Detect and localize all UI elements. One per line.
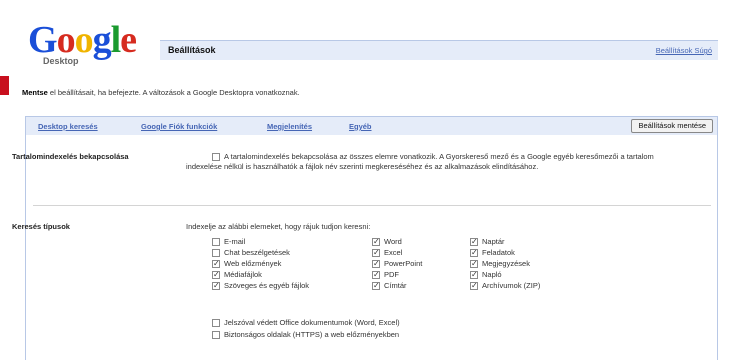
page-title-bar: Beállítások Beállítások Súgó: [160, 40, 718, 60]
checkbox[interactable]: [212, 280, 220, 291]
indexing-option: A tartalomindexelés bekapcsolása az össz…: [186, 152, 686, 172]
checkbox[interactable]: [212, 331, 220, 340]
type-label: Chat beszélgetések: [224, 248, 290, 257]
type-label: Excel: [384, 248, 403, 257]
checkbox[interactable]: [212, 258, 220, 269]
search-types-label: Keresés típusok: [12, 222, 70, 231]
checkbox[interactable]: [470, 258, 478, 269]
notice-bold: Mentse: [22, 88, 48, 97]
checkbox[interactable]: [470, 236, 478, 247]
checkbox[interactable]: [212, 249, 220, 258]
settings-help-link[interactable]: Beállítások Súgó: [656, 46, 712, 55]
type-text-files[interactable]: Szöveges és egyéb fájlok: [212, 280, 309, 291]
type-label: Feladatok: [482, 248, 515, 257]
google-desktop-logo: Google Desktop: [28, 20, 153, 72]
type-contacts[interactable]: Címtár: [372, 280, 422, 291]
checkbox[interactable]: [470, 280, 478, 291]
type-label: Médiafájlok: [224, 270, 262, 279]
notice-text: el beállításait, ha befejezte. A változá…: [47, 88, 300, 97]
settings-tabs: Desktop keresés Google Fiók funkciók Meg…: [26, 117, 717, 135]
save-settings-button[interactable]: Beállítások mentése: [631, 119, 713, 133]
option-https-pages[interactable]: Biztonságos oldalak (HTTPS) a web előzmé…: [212, 329, 400, 341]
tab-display[interactable]: Megjelenítés: [267, 122, 312, 131]
checkbox[interactable]: [212, 269, 220, 280]
search-types-col3: Naptár Feladatok Megjegyzések Napló Arch…: [470, 236, 540, 291]
tab-other[interactable]: Egyéb: [349, 122, 372, 131]
type-label: Szöveges és egyéb fájlok: [224, 281, 310, 290]
search-types-col1: E-mail Chat beszélgetések Web előzmények…: [212, 236, 309, 291]
type-powerpoint[interactable]: PowerPoint: [372, 258, 422, 269]
search-types-intro: Indexelje az alábbi elemeket, hogy rájuk…: [186, 222, 371, 231]
extra-options: Jelszóval védett Office dokumentumok (Wo…: [212, 317, 400, 341]
type-notes[interactable]: Megjegyzések: [470, 258, 540, 269]
type-journal[interactable]: Napló: [470, 269, 540, 280]
type-archives[interactable]: Archívumok (ZIP): [470, 280, 540, 291]
type-label: Címtár: [384, 281, 407, 290]
type-media[interactable]: Médiafájlok: [212, 269, 309, 280]
type-label: Web előzmények: [224, 259, 282, 268]
checkbox[interactable]: [372, 236, 380, 247]
type-excel[interactable]: Excel: [372, 247, 422, 258]
page-title: Beállítások: [168, 45, 216, 55]
checkbox[interactable]: [372, 258, 380, 269]
type-label: PDF: [384, 270, 399, 279]
indexing-label: Tartalomindexelés bekapcsolása: [12, 152, 129, 161]
checkbox[interactable]: [372, 280, 380, 291]
option-label: Jelszóval védett Office dokumentumok (Wo…: [224, 318, 400, 327]
option-protected-office[interactable]: Jelszóval védett Office dokumentumok (Wo…: [212, 317, 400, 329]
type-pdf[interactable]: PDF: [372, 269, 422, 280]
type-label: Naptár: [482, 237, 505, 246]
search-types-col2: Word Excel PowerPoint PDF Címtár: [372, 236, 422, 291]
type-label: E-mail: [224, 237, 246, 246]
type-web-history[interactable]: Web előzmények: [212, 258, 309, 269]
type-label: Megjegyzések: [482, 259, 530, 268]
section-divider: [33, 205, 711, 206]
save-notice: Mentse el beállításait, ha befejezte. A …: [22, 88, 300, 97]
checkbox[interactable]: [372, 269, 380, 280]
logo-wordmark: Google: [28, 19, 137, 61]
checkbox[interactable]: [470, 269, 478, 280]
checkbox[interactable]: [470, 247, 478, 258]
tab-desktop-search[interactable]: Desktop keresés: [38, 122, 98, 131]
type-label: Archívumok (ZIP): [482, 281, 541, 290]
type-label: PowerPoint: [384, 259, 423, 268]
type-word[interactable]: Word: [372, 236, 422, 247]
type-chat[interactable]: Chat beszélgetések: [212, 247, 309, 258]
type-email[interactable]: E-mail: [212, 236, 309, 247]
indexing-checkbox[interactable]: [212, 153, 220, 162]
checkbox[interactable]: [372, 247, 380, 258]
type-label: Word: [384, 237, 402, 246]
type-calendar[interactable]: Naptár: [470, 236, 540, 247]
checkbox[interactable]: [212, 238, 220, 247]
option-label: Biztonságos oldalak (HTTPS) a web előzmé…: [224, 330, 400, 339]
type-tasks[interactable]: Feladatok: [470, 247, 540, 258]
checkbox[interactable]: [212, 319, 220, 328]
red-accent-tab: [0, 76, 9, 95]
tab-google-account[interactable]: Google Fiók funkciók: [141, 122, 217, 131]
indexing-description: A tartalomindexelés bekapcsolása az össz…: [186, 152, 654, 171]
type-label: Napló: [482, 270, 502, 279]
logo-subtitle: Desktop: [43, 56, 79, 66]
